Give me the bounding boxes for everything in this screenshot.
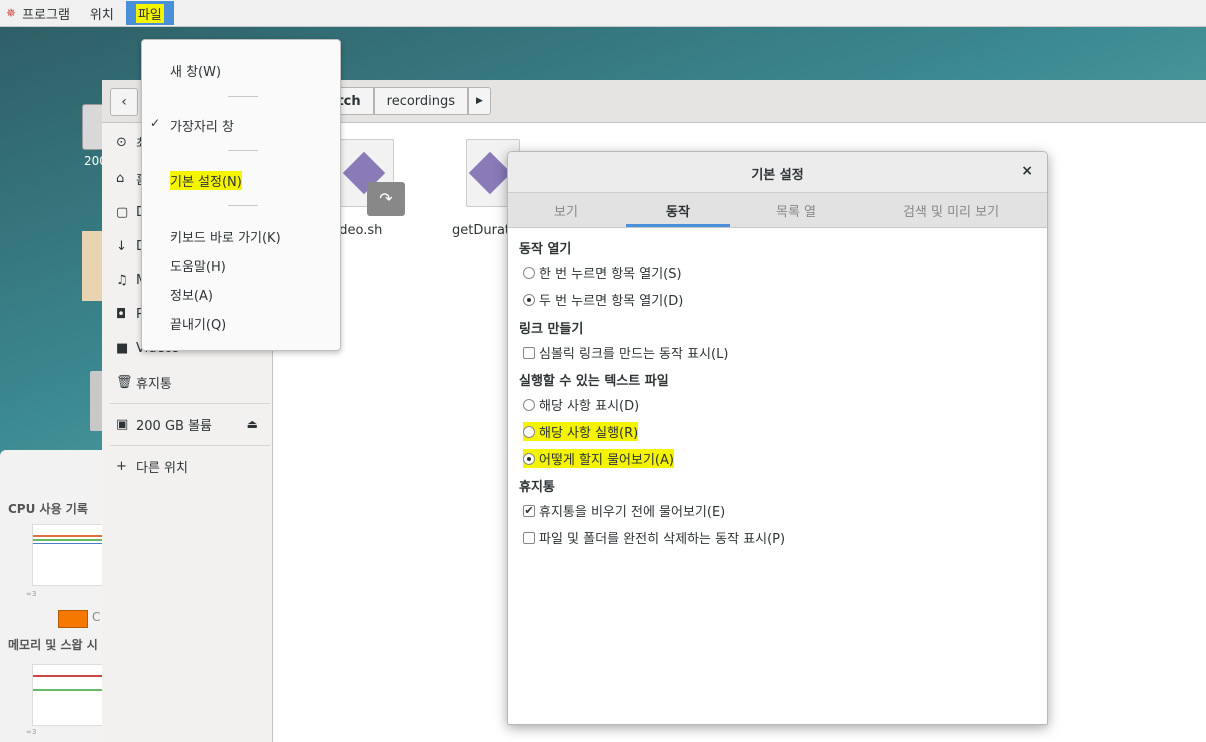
option-label: 휴지통을 비우기 전에 물어보기(E) [539,505,726,520]
menu-separator [228,96,258,97]
display-option[interactable]: 해당 사항 표시(D) [523,395,639,414]
dialog-titlebar: 기본 설정 × [508,152,1047,193]
tab-view[interactable]: 보기 [508,193,624,227]
menu-item-keyboard-shortcuts[interactable]: 키보드 바로 가기(K) [170,227,281,246]
checkbox[interactable] [523,531,535,544]
menu-item-quit[interactable]: 끝내기(Q) [170,314,226,333]
menu-item-help[interactable]: 도움말(H) [170,256,226,275]
recent-icon: ⊙ [116,134,127,150]
sidebar-item-label: 200 GB 볼륨 [136,418,212,434]
files-app-label: 파일 [135,3,164,23]
places-label: 위치 [89,7,114,23]
file-name[interactable]: getDurati [452,223,514,238]
sidebar-separator [110,445,270,446]
section-links: 링크 만들기 [519,322,584,337]
menu-item-sidebar[interactable]: 가장자리 창 [170,116,234,135]
chevron-left-icon: ‹ [121,94,127,110]
applications-icon: ✵ [6,6,17,20]
symlink-option[interactable]: 심볼릭 링크를 만드는 동작 표시(L) [523,343,728,362]
videos-icon: ■ [116,340,129,356]
option-label: 해당 사항 실행(R) [539,426,639,441]
tab-behavior[interactable]: 동작 [626,193,730,227]
run-option[interactable]: 해당 사항 실행(R) [523,422,639,441]
menu-separator [228,150,258,151]
sidebar-item-other-locations[interactable]: + 다른 위치 [102,451,272,481]
menu-item-new-window[interactable]: 새 창(W) [170,61,221,80]
section-executable: 실행할 수 있는 텍스트 파일 [519,374,669,389]
tab-list-columns[interactable]: 목록 열 [738,193,854,227]
pictures-icon: ◘ [116,306,127,322]
checkbox[interactable] [523,346,535,359]
cpu-graph [32,524,104,586]
preferences-tabs: 보기 동작 목록 열 검색 및 미리 보기 [508,193,1047,228]
trash-icon: 🗑 [116,374,133,390]
menu-item-about[interactable]: 정보(A) [170,285,213,304]
chevron-right-icon: ▶ [476,96,483,106]
back-button[interactable]: ‹ [110,88,138,116]
cpu-color-swatch[interactable] [58,610,88,628]
applications-menu[interactable]: ✵ 프로그램 [0,0,80,26]
script-file-icon[interactable]: ↷ [340,139,405,216]
memory-axis-label: ∞3 [26,728,37,736]
files-app-menu-popup: 새 창(W) ✓ 가장자리 창 기본 설정(N) 키보드 바로 가기(K) 도움… [141,39,341,351]
plus-icon: + [116,458,127,474]
section-trash: 휴지통 [519,480,555,495]
memory-graph [32,664,104,726]
top-bar: ✵ 프로그램 위치 파일 [0,0,1206,27]
tab-search-preview[interactable]: 검색 및 미리 보기 [868,193,1034,227]
sidebar-item-label: 휴지통 [136,376,172,392]
radio-button[interactable] [523,266,535,279]
system-monitor-window: CPU 사용 기록 ∞3 C 메모리 및 스왑 시 ∞3 [0,450,110,742]
radio-button[interactable] [523,425,535,438]
cpu-axis-label: ∞3 [26,590,37,598]
radio-button[interactable] [523,452,535,465]
documents-icon: ▢ [116,204,129,220]
cpu-legend-label: C [92,610,101,624]
sidebar-item-volume[interactable]: ▣ 200 GB 볼륨 ⏏ [102,409,272,439]
confirm-trash-option[interactable]: ✔ 휴지통을 비우기 전에 물어보기(E) [523,501,725,520]
eject-icon[interactable]: ⏏ [247,417,258,431]
cpu-history-title: CPU 사용 기록 [8,502,88,516]
section-open-action: 동작 열기 [519,242,572,257]
downloads-icon: ↓ [116,238,127,254]
places-menu[interactable]: 위치 [80,0,124,26]
checkbox-checked[interactable]: ✔ [523,504,535,517]
option-label: 한 번 누르면 항목 열기(S) [539,267,682,282]
symlink-arrow-icon: ↷ [367,182,405,216]
option-label: 어떻게 할지 물어보기(A) [539,453,674,468]
path-forward-button[interactable]: ▶ [468,87,491,115]
music-icon: ♫ [116,272,128,288]
double-click-option[interactable]: 두 번 누르면 항목 열기(D) [523,290,683,309]
home-icon: ⌂ [116,170,125,186]
drive-icon: ▣ [116,416,129,432]
path-bar: itch recordings ▶ [332,87,491,115]
check-icon: ✓ [150,116,161,130]
close-icon[interactable]: × [1021,163,1033,179]
radio-button[interactable] [523,293,535,306]
path-crumb[interactable]: recordings [373,87,469,115]
radio-button[interactable] [523,398,535,411]
single-click-option[interactable]: 한 번 누르면 항목 열기(S) [523,263,682,282]
memory-history-title: 메모리 및 스왑 시 [8,638,98,652]
sidebar-separator [110,403,270,404]
option-label: 해당 사항 표시(D) [539,399,640,414]
sidebar-item-label: 다른 위치 [136,460,188,476]
delete-permanently-option[interactable]: 파일 및 폴더를 완전히 삭제하는 동작 표시(P) [523,528,785,547]
ask-option[interactable]: 어떻게 할지 물어보기(A) [523,449,674,468]
dialog-title: 기본 설정 [751,168,804,183]
sidebar-item-trash[interactable]: 🗑 휴지통 [102,367,272,397]
option-label: 두 번 누르면 항목 열기(D) [539,294,684,309]
files-app-menu[interactable]: 파일 [125,1,174,25]
menu-separator [228,205,258,206]
preferences-dialog: 기본 설정 × 보기 동작 목록 열 검색 및 미리 보기 동작 열기 한 번 … [507,151,1048,725]
option-label: 심볼릭 링크를 만드는 동작 표시(L) [539,347,729,362]
option-label: 파일 및 폴더를 완전히 삭제하는 동작 표시(P) [539,532,786,547]
menu-item-preferences[interactable]: 기본 설정(N) [170,171,242,190]
applications-label: 프로그램 [22,7,70,23]
